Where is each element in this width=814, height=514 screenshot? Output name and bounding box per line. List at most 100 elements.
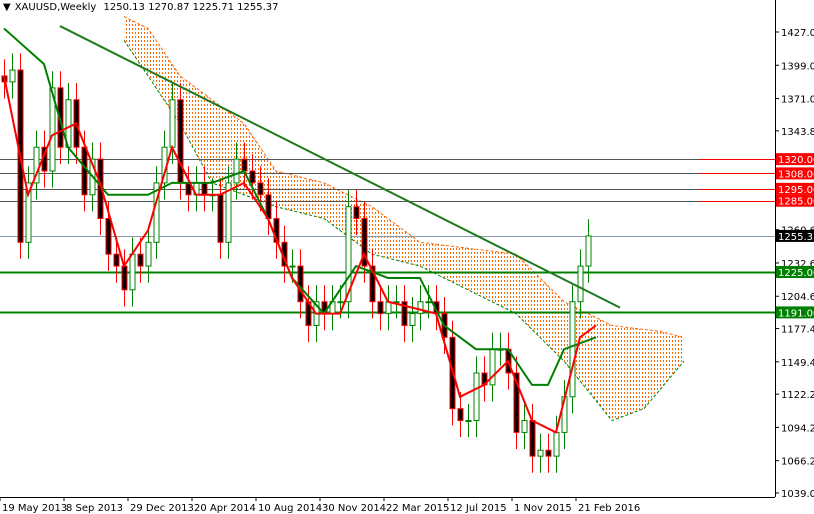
candle — [65, 83, 72, 164]
candle — [217, 178, 224, 259]
price-tag-label: 1308.00 — [778, 169, 814, 180]
x-tick-label: 22 Mar 2015 — [386, 503, 449, 514]
price-tag-label: 1191.00 — [778, 308, 814, 319]
x-tick-label: 20 Apr 2014 — [194, 503, 256, 514]
candle-body — [177, 99, 184, 184]
candle-body — [529, 420, 536, 457]
candle — [537, 433, 544, 473]
trendline — [59, 25, 621, 309]
candle — [481, 356, 488, 402]
x-tick-label: 12 Jul 2015 — [450, 503, 507, 514]
candle — [473, 356, 480, 438]
candle-body — [137, 253, 144, 267]
candle — [145, 225, 152, 283]
price-tag-label: 1285.00 — [778, 197, 814, 208]
candle-body — [217, 194, 224, 243]
candle-body — [289, 265, 296, 268]
candle — [521, 403, 528, 450]
x-tick-label: 29 Dec 2013 — [130, 503, 194, 514]
candle-body — [377, 301, 384, 315]
y-tick-label: 1149.40 — [781, 358, 814, 369]
y-tick-label: 1371.00 — [781, 95, 814, 106]
candle — [369, 249, 376, 319]
candle-body — [521, 420, 528, 433]
x-tick-label: 10 Aug 2014 — [258, 503, 322, 514]
candle-body — [465, 420, 472, 423]
candle — [417, 285, 424, 331]
candle-body — [121, 265, 128, 291]
y-tick-label: 1399.00 — [781, 61, 814, 72]
candle-body — [353, 206, 360, 220]
candle-body — [169, 99, 176, 148]
y-tick-label: 1122.20 — [781, 390, 814, 401]
dropdown-arrow-icon[interactable]: ▼ — [3, 2, 11, 13]
candle-body — [553, 431, 560, 457]
y-tick-label: 1343.80 — [781, 127, 814, 138]
x-tick-label: 30 Nov 2014 — [322, 503, 386, 514]
candle-body — [145, 241, 152, 267]
candle-body — [249, 170, 256, 184]
candle-body — [113, 253, 120, 267]
candle-body — [105, 218, 112, 255]
y-tick-label: 1066.20 — [781, 457, 814, 468]
candle — [273, 201, 280, 259]
candle-body — [337, 301, 344, 304]
candle — [153, 166, 160, 259]
candle — [297, 249, 304, 319]
candle — [385, 285, 392, 331]
candle-body — [81, 146, 88, 196]
candle-body — [545, 449, 552, 457]
candle-body — [9, 69, 16, 83]
candle-body — [385, 301, 392, 315]
candle — [513, 356, 520, 450]
x-tick-label: 21 Feb 2016 — [578, 503, 640, 514]
candle-body — [537, 449, 544, 457]
price-tag-label: 1320.00 — [778, 155, 814, 166]
candle — [529, 403, 536, 473]
candle-body — [457, 408, 464, 422]
candle — [129, 237, 136, 307]
candle-body — [233, 158, 240, 184]
y-tick-label: 1427.00 — [781, 28, 814, 39]
candle — [401, 285, 408, 343]
y-tick-label: 1177.40 — [781, 325, 814, 336]
candle-body — [241, 158, 248, 172]
x-tick-label: 19 May 2013 — [2, 503, 67, 514]
candle — [321, 285, 328, 331]
candle — [569, 285, 576, 414]
candle — [25, 166, 32, 259]
chart-header: ▼ XAUUSD,Weekly 1250.13 1270.87 1225.71 1… — [3, 2, 283, 13]
candle — [457, 392, 464, 438]
candle-body — [297, 265, 304, 303]
candle-body — [425, 301, 432, 304]
candle-body — [585, 235, 592, 267]
candle — [489, 332, 496, 402]
y-tick-label: 1094.20 — [781, 423, 814, 434]
y-tick-label: 1204.60 — [781, 292, 814, 303]
candle — [465, 403, 472, 438]
x-tick-label: 1 Nov 2015 — [514, 503, 572, 514]
candle — [329, 285, 336, 331]
y-tick-label: 1039.00 — [781, 489, 814, 500]
candle-body — [201, 182, 208, 196]
price-tag-label: 1255.37 — [778, 232, 814, 243]
price-tag-label: 1295.00 — [778, 185, 814, 196]
x-tick-label: 8 Sep 2013 — [66, 503, 123, 514]
candle — [545, 433, 552, 473]
candle — [121, 249, 128, 307]
candle-body — [257, 182, 264, 196]
candle — [577, 249, 584, 319]
ohlc-readout: 1250.13 1270.87 1225.71 1255.37 — [103, 2, 279, 13]
candle-body — [129, 253, 136, 291]
candle — [9, 53, 16, 99]
candle-body — [417, 301, 424, 315]
candle — [409, 296, 416, 343]
candle-body — [569, 301, 576, 398]
price-chart[interactable]: 1427.001399.001371.001343.801260.601232.… — [0, 0, 814, 514]
candle-body — [409, 313, 416, 326]
candle-body — [577, 265, 584, 303]
ichimoku-cloud — [124, 16, 684, 421]
candle-body — [473, 372, 480, 422]
symbol-label: XAUUSD,Weekly — [14, 2, 97, 13]
price-tag-label: 1225.00 — [778, 268, 814, 279]
